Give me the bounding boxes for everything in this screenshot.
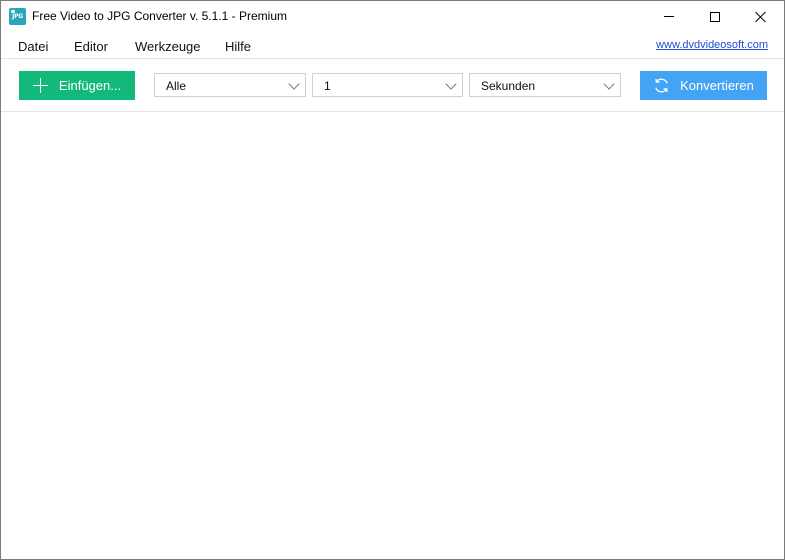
app-icon: JPG (9, 8, 26, 25)
maximize-icon (710, 11, 720, 22)
plus-icon (32, 78, 48, 93)
menu-hilfe[interactable]: Hilfe (225, 39, 251, 54)
minimize-icon (664, 16, 674, 17)
chevron-down-icon (288, 78, 300, 90)
maximize-button[interactable] (692, 1, 738, 32)
interval-select-value: 1 (324, 79, 331, 93)
add-files-label: Einfügen... (58, 78, 122, 93)
menu-datei[interactable]: Datei (18, 39, 48, 54)
title-bar[interactable]: JPG Free Video to JPG Converter v. 5.1.1… (1, 1, 784, 32)
close-button[interactable] (738, 1, 784, 32)
window-title: Free Video to JPG Converter v. 5.1.1 - P… (32, 9, 287, 23)
menu-editor[interactable]: Editor (74, 39, 108, 54)
convert-button[interactable]: Konvertieren (640, 71, 767, 100)
add-files-button[interactable]: Einfügen... (19, 71, 135, 100)
unit-select[interactable]: Sekunden (469, 73, 621, 97)
file-list-area[interactable] (1, 112, 784, 559)
website-link[interactable]: www.dvdvideosoft.com (656, 39, 768, 51)
unit-select-value: Sekunden (481, 79, 536, 93)
frames-select[interactable]: Alle (154, 73, 306, 97)
chevron-down-icon (445, 78, 457, 90)
menu-werkzeuge[interactable]: Werkzeuge (135, 39, 201, 54)
menu-bar: Datei Editor Werkzeuge Hilfe www.dvdvide… (1, 32, 784, 58)
chevron-down-icon (603, 78, 615, 90)
interval-select[interactable]: 1 (312, 73, 463, 97)
close-icon (755, 11, 767, 23)
toolbar: Einfügen... Alle 1 Sekunden Konvertieren (1, 59, 784, 111)
app-window: JPG Free Video to JPG Converter v. 5.1.1… (0, 0, 785, 560)
minimize-button[interactable] (646, 1, 692, 32)
refresh-icon (655, 78, 668, 93)
app-icon-text: JPG (12, 13, 23, 20)
frames-select-value: Alle (166, 79, 187, 93)
convert-label: Konvertieren (680, 78, 754, 93)
